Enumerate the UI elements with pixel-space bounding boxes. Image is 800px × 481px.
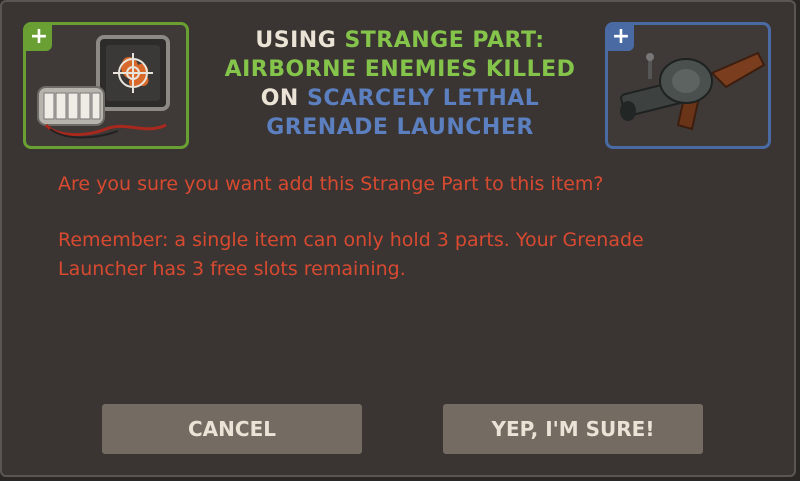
title-part-name: AIRBORNE ENEMIES KILLED (224, 57, 576, 82)
slots-reminder: Remember: a single item can only hold 3 … (58, 229, 644, 280)
add-icon: + (608, 25, 634, 51)
grenade-launcher-item-slot[interactable]: + (605, 22, 771, 149)
strange-part-item-slot[interactable]: + (23, 22, 189, 149)
confirm-dialog: + USING STRANGE PART: AIRBORNE ENEMIES K… (0, 0, 796, 477)
title-item-name-line1: SCARCELY LETHAL (306, 86, 540, 111)
title-on-label: ON (260, 86, 299, 111)
title-using-label: USING (255, 28, 337, 53)
title-strange-part-label: STRANGE PART: (344, 28, 545, 53)
confirm-button[interactable]: YEP, I'M SURE! (443, 404, 703, 454)
add-icon: + (26, 25, 52, 51)
cancel-button[interactable]: CANCEL (102, 404, 362, 454)
dialog-title: USING STRANGE PART: AIRBORNE ENEMIES KIL… (202, 26, 598, 142)
title-item-name-line2: GRENADE LAUNCHER (266, 115, 534, 140)
confirmation-question: Are you sure you want add this Strange P… (58, 173, 604, 195)
